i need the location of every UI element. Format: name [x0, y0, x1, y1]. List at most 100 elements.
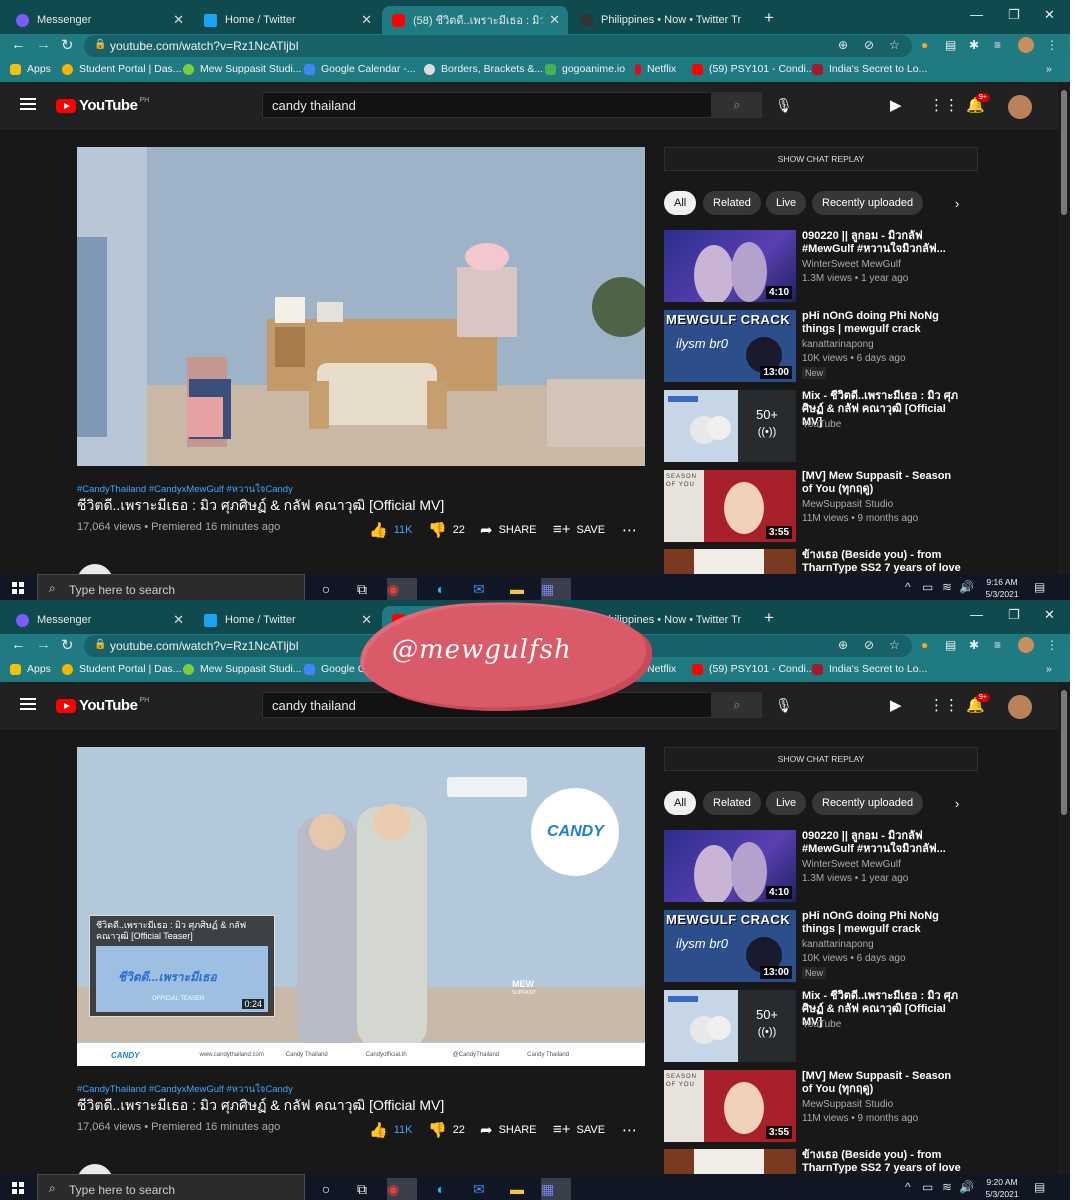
windows-logo-icon[interactable] [12, 1182, 24, 1194]
extension-icon[interactable]: ● [921, 638, 928, 652]
rec-thumbnail[interactable]: 4:10 [664, 230, 796, 302]
close-icon[interactable]: ✕ [173, 612, 184, 628]
rec-thumbnail[interactable]: 50+ ((•)) [664, 990, 796, 1062]
more-actions-button[interactable]: ⋯ [622, 521, 643, 539]
share-button[interactable]: ➦ SHARE [480, 521, 536, 539]
rec-thumbnail[interactable]: SEASON OF YOU 3:55 [664, 1070, 796, 1142]
tab-messenger[interactable]: Messenger ✕ [6, 606, 192, 634]
reader-icon[interactable]: ▤ [945, 638, 956, 652]
microphone-icon[interactable]: 🎙 [775, 697, 793, 714]
file-explorer-icon[interactable]: ▬ [502, 1178, 532, 1200]
taskbar-clock[interactable]: 9:20 AM 5/3/2021 [978, 1176, 1026, 1200]
search-input[interactable]: candy thailand [262, 92, 712, 118]
tab-twitter-trends[interactable]: Philippines • Now • Twitter Trend [570, 6, 756, 34]
reload-icon[interactable]: ↻ [61, 36, 74, 54]
bookmark-apps[interactable]: Apps [10, 63, 51, 75]
share-button[interactable]: ➦ SHARE [480, 1121, 536, 1139]
dislike-button[interactable]: 👎 22 [428, 521, 465, 539]
rec-thumbnail[interactable]: MEWGULF CRACK ilysm br0 13:00 [664, 910, 796, 982]
account-avatar[interactable] [1008, 95, 1032, 119]
forward-icon[interactable]: → [36, 36, 51, 53]
rec-item-1[interactable]: 4:10 090220 || ลูกอม - มิวกลัฟ #MewGulf … [664, 230, 994, 304]
chip-live[interactable]: Live [766, 791, 807, 815]
bookmark-overflow[interactable]: » [1046, 63, 1052, 75]
star-icon[interactable]: ☆ [889, 38, 900, 52]
wifi-icon[interactable]: ≋ [942, 1180, 952, 1194]
dislike-button[interactable]: 👎 22 [428, 1121, 465, 1139]
restore-button[interactable]: ❐ [1008, 607, 1020, 623]
bookmark-borders[interactable]: Borders, Brackets &... [424, 63, 543, 75]
more-icon[interactable]: ⋮ [1046, 38, 1058, 52]
search-button[interactable]: ⌕ [712, 692, 762, 718]
rec-thumbnail[interactable]: MEWGULF CRACK ilysm br0 13:00 [664, 310, 796, 382]
close-icon[interactable]: ✕ [361, 12, 372, 28]
eye-off-icon[interactable]: ⊘ [864, 38, 874, 52]
bookmark-google-calendar[interactable]: Google Calendar -... [304, 63, 416, 75]
like-button[interactable]: 👍 11K [369, 1121, 412, 1139]
chip-related[interactable]: Related [703, 791, 761, 815]
new-tab-button[interactable]: + [764, 8, 774, 28]
chip-related[interactable]: Related [703, 191, 761, 215]
save-button[interactable]: ≡+ SAVE [553, 521, 605, 538]
chrome-icon[interactable]: ◉ [387, 1178, 417, 1200]
mail-icon[interactable]: ✉ [464, 578, 494, 600]
minimize-button[interactable]: — [970, 7, 983, 22]
create-video-icon[interactable]: ▶ [890, 96, 902, 114]
chip-recently-uploaded[interactable]: Recently uploaded [812, 191, 924, 215]
rec-item-1[interactable]: 4:10 090220 || ลูกอม - มิวกลัฟ #MewGulf … [664, 830, 994, 904]
address-bar[interactable]: 🔒 youtube.com/watch?v=Rz1NcATljbI ⊕ ⊘ ☆ [84, 35, 912, 57]
mail-icon[interactable]: ✉ [464, 1178, 494, 1200]
queue-icon[interactable]: ≡ [994, 638, 1001, 652]
like-button[interactable]: 👍 11K [369, 521, 412, 539]
puzzle-icon[interactable]: ✱ [969, 638, 979, 652]
search-button[interactable]: ⌕ [712, 92, 762, 118]
bookmark-apps[interactable]: Apps [10, 663, 51, 675]
bookmark-netflix[interactable]: Netflix [635, 63, 676, 75]
tray-chevron-icon[interactable]: ^ [905, 580, 911, 594]
bookmark-gogoanime[interactable]: gogoanime.io [545, 63, 625, 75]
puzzle-icon[interactable]: ✱ [969, 38, 979, 52]
file-explorer-icon[interactable]: ▬ [502, 578, 532, 600]
teams-icon[interactable]: ▦ [541, 578, 571, 600]
star-icon[interactable]: ☆ [889, 638, 900, 652]
bookmark-india[interactable]: India's Secret to Lo... [812, 63, 927, 75]
show-chat-replay-button[interactable]: SHOW CHAT REPLAY [664, 147, 978, 171]
tab-messenger[interactable]: Messenger ✕ [6, 6, 192, 34]
video-player[interactable] [77, 147, 645, 466]
chip-live[interactable]: Live [766, 191, 807, 215]
task-view-icon[interactable]: ⧉ [347, 578, 377, 600]
add-icon[interactable]: ⊕ [838, 638, 848, 652]
tab-twitter[interactable]: Home / Twitter ✕ [194, 6, 380, 34]
volume-icon[interactable]: 🔊 [959, 580, 974, 594]
taskbar-clock[interactable]: 9:16 AM 5/3/2021 [978, 576, 1026, 600]
notification-center-icon[interactable]: ▤ [1034, 1180, 1045, 1194]
reader-icon[interactable]: ▤ [945, 38, 956, 52]
page-scrollbar[interactable] [1058, 82, 1070, 574]
bookmark-psy101[interactable]: (59) PSY101 - Condi... [692, 63, 815, 75]
chip-all[interactable]: All [664, 191, 697, 215]
apps-grid-icon[interactable]: ⋮⋮ [929, 96, 959, 114]
apps-grid-icon[interactable]: ⋮⋮ [929, 696, 959, 714]
rec-item-2[interactable]: MEWGULF CRACK ilysm br0 13:00 pHi nOnG d… [664, 910, 994, 984]
chrome-icon[interactable]: ◉ [387, 578, 417, 600]
rec-item-2[interactable]: MEWGULF CRACK ilysm br0 13:00 pHi nOnG d… [664, 310, 994, 384]
eye-off-icon[interactable]: ⊘ [864, 638, 874, 652]
chip-all[interactable]: All [664, 791, 697, 815]
bookmark-india[interactable]: India's Secret to Lo... [812, 663, 927, 675]
volume-icon[interactable]: 🔊 [959, 1180, 974, 1194]
back-icon[interactable]: ← [11, 36, 26, 53]
rec-thumbnail[interactable]: 50+ ((•)) [664, 390, 796, 462]
add-icon[interactable]: ⊕ [838, 38, 848, 52]
bookmark-student-portal[interactable]: Student Portal | Das... [62, 663, 182, 675]
bookmark-mew-suppasit[interactable]: Mew Suppasit Studi... [183, 63, 302, 75]
taskbar-search-input[interactable]: ⌕ Type here to search [37, 574, 305, 600]
rec-item-3-mix[interactable]: 50+ ((•)) Mix - ชีวิตดี..เพราะมีเธอ : มิ… [664, 990, 994, 1064]
profile-avatar[interactable] [1018, 37, 1034, 53]
youtube-logo[interactable]: YouTube PH [56, 97, 149, 114]
rec-thumbnail[interactable]: 4:10 [664, 830, 796, 902]
rec-item-3-mix[interactable]: 50+ ((•)) Mix - ชีวิตดี..เพราะมีเธอ : มิ… [664, 390, 994, 464]
microphone-icon[interactable]: 🎙 [775, 97, 793, 114]
tab-twitter[interactable]: Home / Twitter ✕ [194, 606, 380, 634]
task-view-icon[interactable]: ⧉ [347, 1178, 377, 1200]
show-chat-replay-button[interactable]: SHOW CHAT REPLAY [664, 747, 978, 771]
